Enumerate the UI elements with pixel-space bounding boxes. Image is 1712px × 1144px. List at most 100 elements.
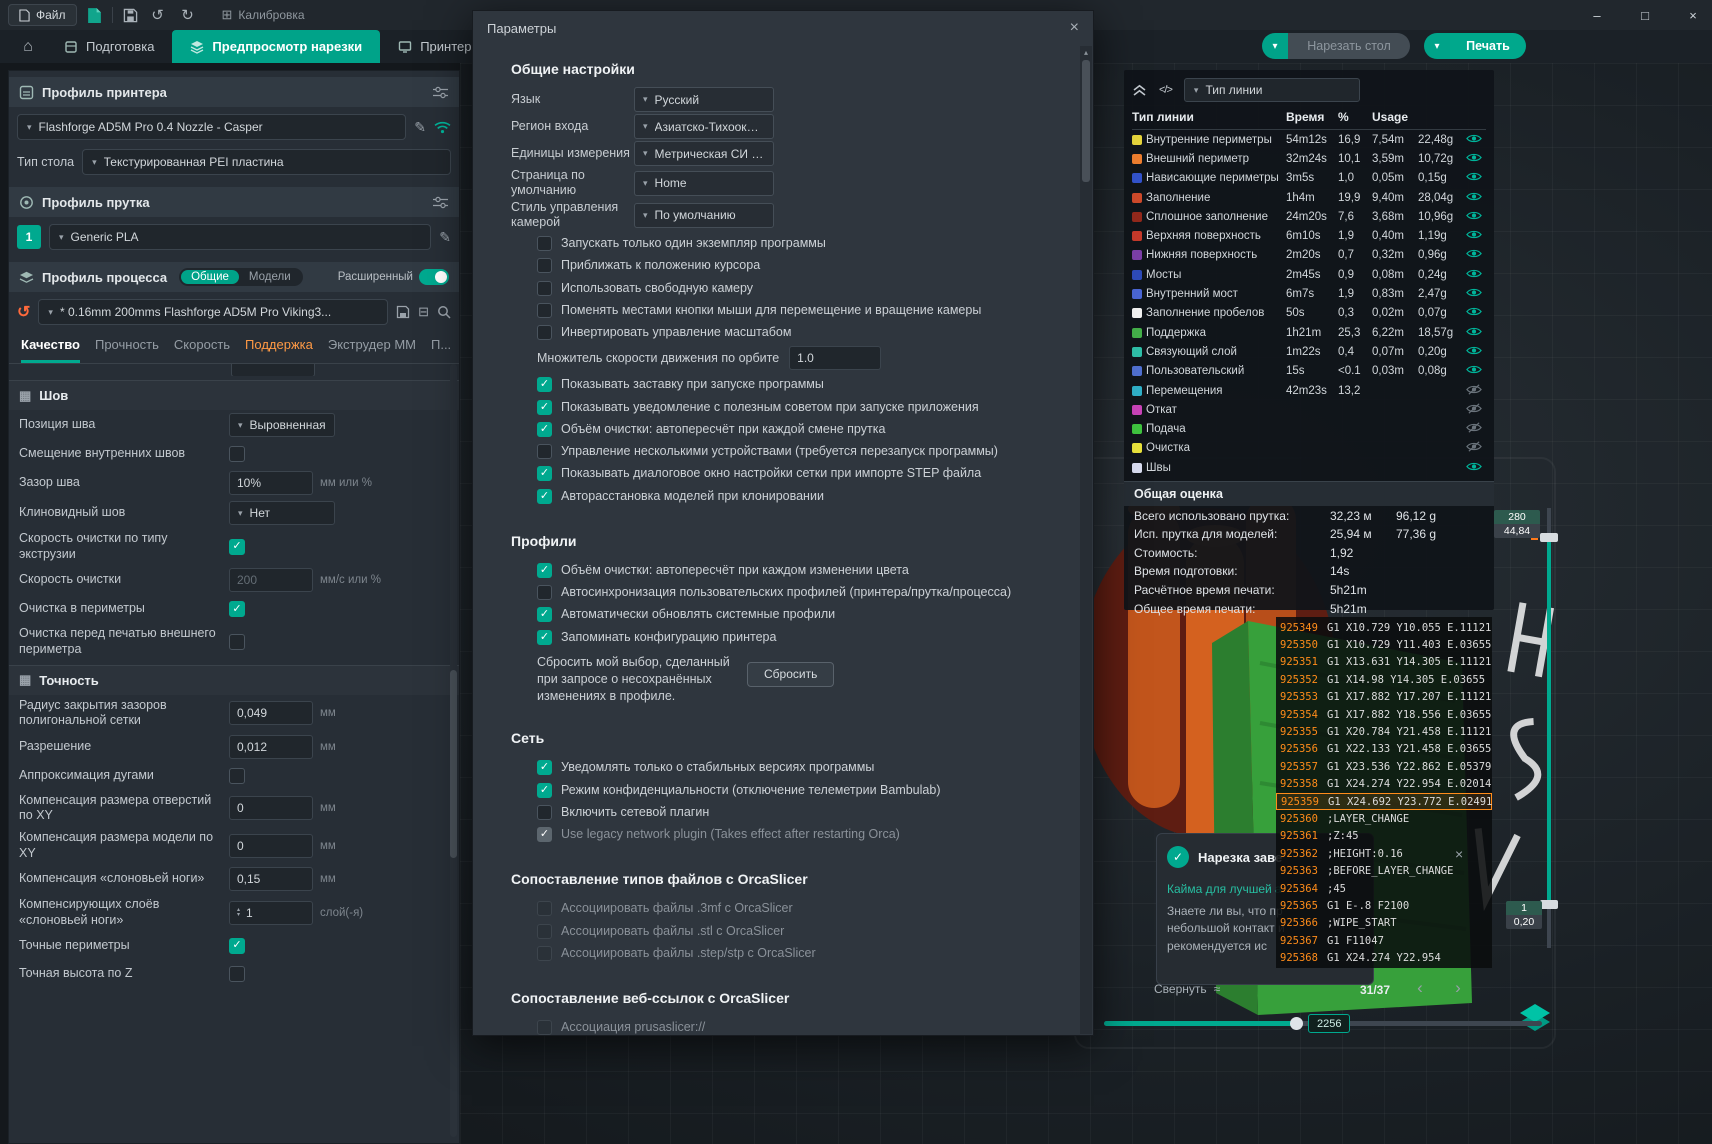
param-input[interactable]: 200 (229, 568, 313, 592)
orbit-speed-input[interactable]: 1.0 (789, 346, 881, 370)
dialog-scrollbar-thumb[interactable] (1082, 60, 1090, 182)
param-tab-0[interactable]: Качество (21, 337, 80, 363)
redo-icon[interactable]: ↻ (178, 6, 198, 24)
minimize-button[interactable]: – (1578, 0, 1616, 30)
save-icon[interactable] (123, 8, 138, 23)
dialog-close-icon[interactable]: × (1070, 19, 1079, 37)
view-type-select[interactable]: ▾Тип линии (1184, 78, 1360, 102)
login-region-select[interactable]: ▾Азиатско-Тихоокеан... (634, 114, 774, 139)
scope-global-pill[interactable]: Общие (181, 270, 239, 284)
checkbox[interactable] (537, 805, 552, 820)
edit-filament-icon[interactable]: ✎ (439, 229, 451, 246)
gcode-line[interactable]: 925350G1 X10.729 Y11.403 E.03655 (1276, 636, 1492, 653)
param-tab-4[interactable]: Экструдер ММ (328, 337, 416, 363)
visibility-off-icon[interactable] (1466, 384, 1482, 395)
visibility-on-icon[interactable] (1466, 152, 1482, 163)
checkbox[interactable]: ✓ (229, 601, 245, 617)
visibility-off-icon[interactable] (1466, 403, 1482, 414)
pref-checkbox-row[interactable]: ✓Показывать заставку при запуске програм… (537, 373, 1053, 395)
advanced-toggle[interactable] (419, 269, 449, 285)
visibility-on-icon[interactable] (1466, 287, 1482, 298)
calibration-button[interactable]: ⊞ Калибровка (222, 7, 305, 23)
param-input[interactable]: 0,15 (229, 867, 313, 891)
checkbox[interactable] (537, 901, 552, 916)
param-select[interactable]: ▾Выровненная (229, 413, 335, 437)
pref-checkbox-row[interactable]: Ассоциировать файлы .stl с OrcaSlicer (537, 920, 1053, 942)
visibility-on-icon[interactable] (1466, 345, 1482, 356)
param-input[interactable]: 0,049 (229, 701, 313, 725)
pref-checkbox-row[interactable]: Управление несколькими устройствами (тре… (537, 440, 1053, 462)
param-input[interactable]: 10% (229, 471, 313, 495)
param-select[interactable]: ▾Нет (229, 501, 335, 525)
param-tab-2[interactable]: Скорость (174, 337, 230, 363)
visibility-on-icon[interactable] (1466, 326, 1482, 337)
gcode-line[interactable]: 925366;WIPE_START (1276, 915, 1492, 932)
pref-checkbox-row[interactable]: ✓Объём очистки: автопересчёт при каждом … (537, 559, 1053, 581)
checkbox[interactable] (537, 1020, 552, 1035)
checkbox[interactable] (537, 946, 552, 961)
gcode-line[interactable]: 925367G1 F11047 (1276, 932, 1492, 949)
undo-icon[interactable]: ↺ (148, 6, 168, 24)
reset-button[interactable]: Сбросить (747, 662, 834, 687)
visibility-on-icon[interactable] (1466, 461, 1482, 472)
gcode-view-icon[interactable]: </> (1159, 84, 1172, 96)
slice-dropdown-icon[interactable]: ▾ (1262, 33, 1288, 59)
param-input[interactable]: 0 (229, 796, 313, 820)
visibility-on-icon[interactable] (1466, 268, 1482, 279)
process-params-scroll[interactable]: ▦ШовПозиция шва▾ВыровненнаяСмещение внут… (9, 364, 459, 1143)
pref-checkbox-row[interactable]: Автосинхронизация пользовательских профи… (537, 581, 1053, 603)
pref-checkbox-row[interactable]: Запускать только один экземпляр программ… (537, 232, 1053, 254)
gcode-line[interactable]: 925353G1 X17.882 Y17.207 E.11121 (1276, 689, 1492, 706)
param-tab-5[interactable]: П... (431, 337, 451, 363)
visibility-on-icon[interactable] (1466, 191, 1482, 202)
wifi-icon[interactable] (434, 121, 451, 134)
file-menu-button[interactable]: Файл (8, 4, 77, 26)
checkbox[interactable]: ✓ (537, 827, 552, 842)
checkbox[interactable] (537, 325, 552, 340)
pref-checkbox-row[interactable]: ✓Use legacy network plugin (Takes effect… (537, 823, 1053, 845)
move-slider-handle[interactable] (1290, 1017, 1303, 1030)
visibility-on-icon[interactable] (1466, 306, 1482, 317)
camera-style-select[interactable]: ▾По умолчанию (634, 203, 774, 228)
pref-checkbox-row[interactable]: Поменять местами кнопки мыши для перемещ… (537, 299, 1053, 321)
gcode-line[interactable]: 925368G1 X24.274 Y22.954 (1276, 949, 1492, 966)
checkbox[interactable] (537, 585, 552, 600)
checkbox[interactable] (229, 966, 245, 982)
pref-checkbox-row[interactable]: ✓Объём очистки: автопересчёт при каждой … (537, 418, 1053, 440)
gcode-line[interactable]: 925352G1 X14.98 Y14.305 E.03655 (1276, 671, 1492, 688)
edit-printer-icon[interactable]: ✎ (414, 119, 426, 136)
checkbox[interactable] (537, 924, 552, 939)
pref-checkbox-row[interactable]: ✓Показывать диалоговое окно настройки се… (537, 462, 1053, 484)
slice-plate-button[interactable]: ▾ Нарезать стол (1262, 33, 1410, 59)
visibility-off-icon[interactable] (1466, 441, 1482, 452)
checkbox[interactable]: ✓ (537, 563, 552, 578)
layer-slider-bottom-handle[interactable] (1540, 900, 1558, 909)
dialog-scrollbar[interactable]: ▴ (1080, 46, 1092, 1034)
dialog-titlebar[interactable]: Параметры × (473, 11, 1093, 45)
gcode-panel[interactable]: 925349G1 X10.729 Y10.055 E.11121925350G1… (1276, 617, 1492, 968)
pref-checkbox-row[interactable]: Ассоциировать файлы .step/stp с OrcaSlic… (537, 942, 1053, 964)
gcode-line[interactable]: 925351G1 X13.631 Y14.305 E.11121 (1276, 654, 1492, 671)
filament-index-badge[interactable]: 1 (17, 225, 41, 249)
next-plate-button[interactable]: › (1448, 978, 1468, 998)
prev-plate-button[interactable]: ‹ (1410, 978, 1430, 998)
gcode-line[interactable]: 925360;LAYER_CHANGE (1276, 810, 1492, 827)
tab-preview[interactable]: Предпросмотр нарезки (172, 30, 380, 63)
checkbox[interactable] (537, 236, 552, 251)
reset-preset-icon[interactable]: ↺ (17, 302, 30, 322)
param-tab-1[interactable]: Прочность (95, 337, 159, 363)
visibility-off-icon[interactable] (1466, 422, 1482, 433)
printer-preset-select[interactable]: ▾Flashforge AD5M Pro 0.4 Nozzle - Casper (17, 114, 406, 140)
visibility-on-icon[interactable] (1466, 364, 1482, 375)
checkbox[interactable] (537, 258, 552, 273)
visibility-on-icon[interactable] (1466, 248, 1482, 259)
checkbox[interactable] (229, 634, 245, 650)
new-project-icon[interactable] (87, 7, 102, 24)
param-section-header[interactable]: ▦Точность (9, 665, 459, 695)
print-dropdown-icon[interactable]: ▾ (1424, 33, 1450, 59)
collapse-options-icon[interactable]: ⊟ (418, 304, 429, 320)
pref-checkbox-row[interactable]: Включить сетевой плагин (537, 801, 1053, 823)
default-page-select[interactable]: ▾Home (634, 171, 774, 196)
checkbox[interactable]: ✓ (537, 630, 552, 645)
scope-objects-pill[interactable]: Модели (239, 270, 301, 284)
